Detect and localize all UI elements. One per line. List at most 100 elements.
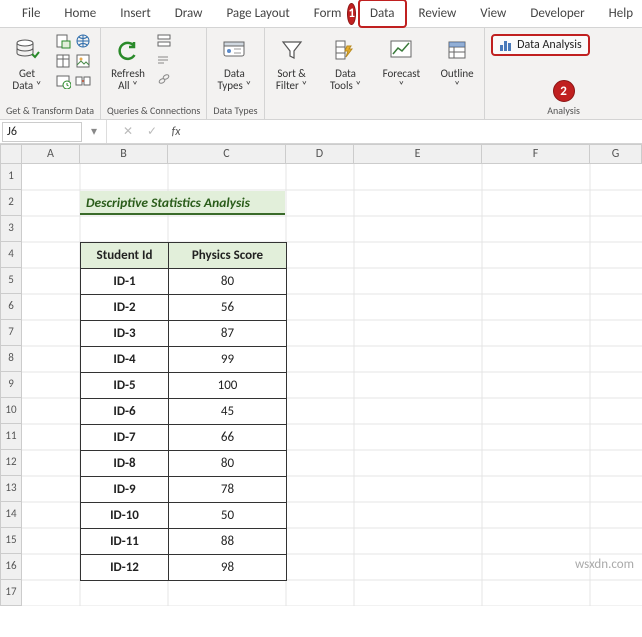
- cell-student-id[interactable]: ID-5: [81, 373, 169, 399]
- row-header-12[interactable]: 12: [0, 450, 22, 476]
- cell-score[interactable]: 56: [169, 295, 287, 321]
- row-header-8[interactable]: 8: [0, 346, 22, 372]
- cell-score[interactable]: 78: [169, 477, 287, 503]
- col-header-F[interactable]: F: [482, 144, 590, 164]
- data-analysis-button[interactable]: Data Analysis: [491, 34, 590, 56]
- tab-data[interactable]: Data: [358, 0, 407, 28]
- cell-score[interactable]: 87: [169, 321, 287, 347]
- cell-student-id[interactable]: ID-10: [81, 503, 169, 529]
- callout-1: 1: [347, 3, 356, 25]
- group-forecast: Forecast ˅: [373, 28, 431, 119]
- get-data-button[interactable]: Get Data ˅: [6, 32, 48, 94]
- cell-score[interactable]: 99: [169, 347, 287, 373]
- select-all-corner[interactable]: [0, 144, 22, 164]
- row-header-7[interactable]: 7: [0, 320, 22, 346]
- cell-student-id[interactable]: ID-12: [81, 555, 169, 581]
- sort-filter-button[interactable]: Sort & Filter ˅: [271, 32, 313, 94]
- tab-file[interactable]: File: [10, 0, 52, 28]
- cell-score[interactable]: 66: [169, 425, 287, 451]
- row-header-4[interactable]: 4: [0, 242, 22, 268]
- tab-developer[interactable]: Developer: [518, 0, 596, 28]
- cell-score[interactable]: 100: [169, 373, 287, 399]
- from-table-icon[interactable]: [54, 52, 72, 70]
- row-header-11[interactable]: 11: [0, 424, 22, 450]
- table-row: ID-766: [81, 425, 287, 451]
- data-table: Student Id Physics Score ID-180ID-256ID-…: [80, 242, 287, 581]
- row-header-9[interactable]: 9: [0, 372, 22, 398]
- enter-formula-button[interactable]: ✓: [140, 124, 164, 139]
- refresh-all-button[interactable]: Refresh All ˅: [107, 32, 149, 94]
- cell-student-id[interactable]: ID-1: [81, 269, 169, 295]
- cell-score[interactable]: 80: [169, 451, 287, 477]
- tab-draw[interactable]: Draw: [163, 0, 215, 28]
- cell-student-id[interactable]: ID-9: [81, 477, 169, 503]
- row-header-1[interactable]: 1: [0, 164, 22, 190]
- row-header-14[interactable]: 14: [0, 502, 22, 528]
- ribbon-body: Get Data ˅ Get & Transform Data Refresh …: [0, 28, 642, 120]
- name-box[interactable]: J6: [2, 122, 82, 142]
- tab-home[interactable]: Home: [52, 0, 108, 28]
- col-header-A[interactable]: A: [22, 144, 80, 164]
- row-headers: 1234567891011121314151617: [0, 164, 22, 606]
- name-box-dropdown[interactable]: ▾: [82, 124, 106, 139]
- cells-area[interactable]: Descriptive Statistics Analysis Student …: [22, 164, 642, 606]
- formula-input[interactable]: [188, 130, 642, 134]
- edit-links-icon[interactable]: [155, 70, 173, 88]
- data-types-button[interactable]: Data Types ˅: [213, 32, 255, 94]
- cancel-formula-button[interactable]: ✕: [116, 124, 140, 139]
- tab-help[interactable]: Help: [597, 0, 642, 28]
- chart-icon: [499, 38, 513, 52]
- row-header-6[interactable]: 6: [0, 294, 22, 320]
- col-header-D[interactable]: D: [286, 144, 354, 164]
- table-row: ID-499: [81, 347, 287, 373]
- properties-icon[interactable]: [155, 53, 173, 67]
- tab-insert[interactable]: Insert: [108, 0, 163, 28]
- cell-student-id[interactable]: ID-8: [81, 451, 169, 477]
- row-header-2[interactable]: 2: [0, 190, 22, 216]
- group-queries: Refresh All ˅ Queries & Connections: [101, 28, 207, 119]
- cell-score[interactable]: 98: [169, 555, 287, 581]
- row-header-3[interactable]: 3: [0, 216, 22, 242]
- cell-student-id[interactable]: ID-6: [81, 399, 169, 425]
- cell-student-id[interactable]: ID-4: [81, 347, 169, 373]
- col-header-E[interactable]: E: [354, 144, 482, 164]
- cell-score[interactable]: 80: [169, 269, 287, 295]
- group-label-data-types: Data Types: [213, 102, 257, 118]
- col-header-C[interactable]: C: [168, 144, 286, 164]
- row-header-17[interactable]: 17: [0, 580, 22, 606]
- forecast-button[interactable]: Forecast ˅: [379, 32, 425, 94]
- sheet-title-cell: Descriptive Statistics Analysis: [80, 191, 285, 215]
- tab-view[interactable]: View: [468, 0, 518, 28]
- cell-student-id[interactable]: ID-3: [81, 321, 169, 347]
- forecast-icon: [385, 34, 417, 66]
- table-row: ID-180: [81, 269, 287, 295]
- cell-score[interactable]: 50: [169, 503, 287, 529]
- table-row: ID-1188: [81, 529, 287, 555]
- cell-student-id[interactable]: ID-7: [81, 425, 169, 451]
- recent-sources-icon[interactable]: [54, 72, 72, 90]
- tab-formulas-truncated[interactable]: Form: [302, 0, 346, 28]
- queries-connections-icon[interactable]: [155, 32, 173, 50]
- table-row: ID-1050: [81, 503, 287, 529]
- from-picture-icon[interactable]: [74, 52, 92, 70]
- from-web-icon[interactable]: [74, 32, 92, 50]
- row-header-15[interactable]: 15: [0, 528, 22, 554]
- col-header-G[interactable]: G: [590, 144, 642, 164]
- tab-page-layout[interactable]: Page Layout: [214, 0, 301, 28]
- outline-button[interactable]: Outline ˅: [436, 32, 478, 94]
- row-header-10[interactable]: 10: [0, 398, 22, 424]
- cell-student-id[interactable]: ID-2: [81, 295, 169, 321]
- from-text-icon[interactable]: [54, 32, 72, 50]
- cell-student-id[interactable]: ID-11: [81, 529, 169, 555]
- cell-score[interactable]: 88: [169, 529, 287, 555]
- insert-function-button[interactable]: fx: [164, 125, 188, 139]
- row-header-13[interactable]: 13: [0, 476, 22, 502]
- tab-review[interactable]: Review: [407, 0, 469, 28]
- data-tools-button[interactable]: Data Tools ˅: [325, 32, 367, 94]
- cell-score[interactable]: 45: [169, 399, 287, 425]
- col-header-B[interactable]: B: [80, 144, 168, 164]
- row-header-16[interactable]: 16: [0, 554, 22, 580]
- existing-connections-icon[interactable]: [74, 72, 92, 90]
- row-header-5[interactable]: 5: [0, 268, 22, 294]
- data-tools-icon: [330, 34, 362, 66]
